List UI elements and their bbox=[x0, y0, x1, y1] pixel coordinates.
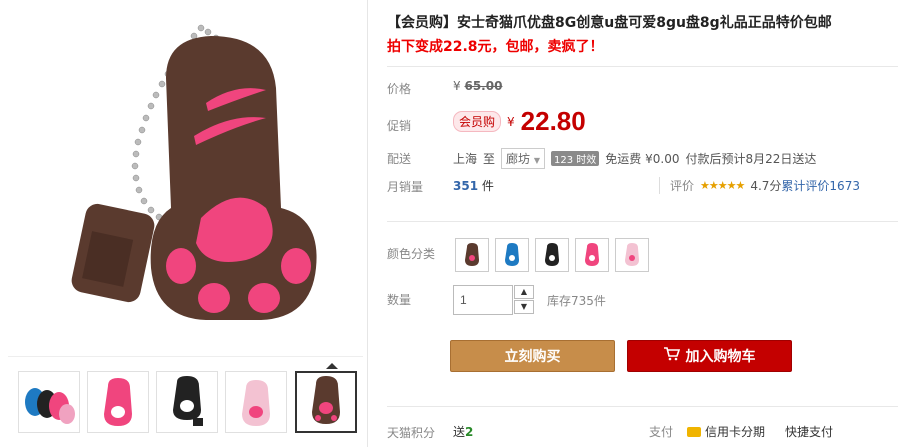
brown-paw-icon bbox=[465, 243, 479, 266]
delivery-eta: 付款后预计8月22日送达 bbox=[685, 152, 817, 166]
light-pink-paw-thumb bbox=[242, 380, 270, 426]
thumbnail-1[interactable] bbox=[18, 371, 80, 433]
quantity-decrease-button[interactable]: ▼ bbox=[514, 300, 534, 314]
ship-from: 上海 bbox=[453, 152, 478, 166]
pink-paw-icon bbox=[585, 243, 599, 266]
buy-now-button[interactable]: 立刻购买 bbox=[450, 340, 615, 372]
light-pink-paw-icon bbox=[625, 243, 639, 266]
destination-value: 廊坊 bbox=[506, 152, 531, 166]
sales-count: 351 件 bbox=[453, 177, 494, 194]
add-to-cart-button[interactable]: 加入购物车 bbox=[627, 340, 792, 372]
delivery-row: 上海 至 廊坊 ▼ 123 时效 免运费 ¥0.00 付款后预计8月22日送达 bbox=[453, 148, 816, 169]
price-currency: ¥ bbox=[453, 79, 461, 93]
promo-currency: ¥ bbox=[507, 114, 515, 129]
divider bbox=[387, 406, 898, 407]
pay-quick[interactable]: 快捷支付 bbox=[785, 423, 833, 440]
divider bbox=[387, 221, 898, 222]
divider bbox=[387, 66, 898, 67]
color-swatch-brown[interactable] bbox=[455, 238, 489, 272]
time-badge: 123 时效 bbox=[551, 151, 600, 166]
brown-paw-thumb bbox=[312, 376, 340, 424]
pay-credit-label: 信用卡分期 bbox=[705, 425, 766, 439]
points-prefix: 送 bbox=[453, 425, 466, 439]
color-swatch-light-pink[interactable] bbox=[615, 238, 649, 272]
stock-text: 库存735件 bbox=[547, 294, 606, 308]
total-reviews-link[interactable]: 累计评价1673 bbox=[781, 177, 860, 194]
quantity-increase-button[interactable]: ▲ bbox=[514, 285, 534, 299]
sales-label: 月销量 bbox=[387, 180, 424, 194]
credit-card-icon bbox=[687, 426, 701, 437]
original-price: ¥ 65.00 bbox=[453, 79, 502, 93]
rating-score: 4.7分 bbox=[750, 179, 782, 193]
price-label: 价格 bbox=[387, 82, 412, 96]
chevron-down-icon: ▼ bbox=[533, 156, 541, 165]
pay-label: 支付 bbox=[649, 425, 674, 439]
black-paw-thumb bbox=[173, 376, 203, 426]
color-swatch-black[interactable] bbox=[535, 238, 569, 272]
original-price-value: 65.00 bbox=[464, 79, 503, 93]
thumbnail-3[interactable] bbox=[156, 371, 218, 433]
review-label: 评价 bbox=[670, 179, 695, 193]
product-gallery bbox=[0, 0, 368, 447]
thumbnail-4[interactable] bbox=[225, 371, 287, 433]
black-paw-icon bbox=[545, 243, 559, 266]
quantity-label: 数量 bbox=[387, 293, 412, 307]
shipping-fee: 免运费 ¥0.00 bbox=[605, 152, 680, 166]
blue-paw-icon bbox=[505, 243, 519, 266]
main-product-image[interactable] bbox=[8, 0, 363, 355]
sales-unit: 件 bbox=[481, 179, 494, 193]
delivery-label: 配送 bbox=[387, 152, 412, 166]
points-label: 天猫积分 bbox=[387, 426, 436, 440]
points-amount: 2 bbox=[465, 425, 474, 439]
promo-price: 22.80 bbox=[520, 106, 586, 136]
thumbnail-5[interactable] bbox=[295, 371, 357, 433]
active-thumb-indicator bbox=[326, 363, 338, 369]
thumbnail-2[interactable] bbox=[87, 371, 149, 433]
add-to-cart-label: 加入购物车 bbox=[685, 349, 756, 365]
reviews-summary: 评价 ★★★★★ 4.7分 累计评价1673 bbox=[659, 177, 860, 194]
color-swatch-pink[interactable] bbox=[575, 238, 609, 272]
product-title: 【会员购】安士奇猫爪优盘8G创意u盘可爱8gu盘8g礼品正品特价包邮 bbox=[387, 15, 832, 31]
promo-label: 促销 bbox=[387, 119, 412, 133]
quantity-input[interactable] bbox=[453, 285, 513, 315]
multi-color-paws-thumb bbox=[25, 388, 75, 424]
destination-select[interactable]: 廊坊 ▼ bbox=[501, 148, 546, 169]
cart-icon bbox=[663, 347, 680, 365]
product-subtitle: 拍下变成22.8元，包邮，卖疯了！ bbox=[387, 39, 604, 55]
buy-now-label: 立刻购买 bbox=[504, 349, 561, 365]
cat-paw-usb-image bbox=[71, 24, 317, 320]
ship-to-word: 至 bbox=[483, 152, 496, 166]
pay-credit[interactable]: 信用卡分期 bbox=[687, 423, 765, 440]
color-label: 颜色分类 bbox=[387, 247, 436, 261]
promo-row: 会员购 ¥ 22.80 bbox=[453, 106, 586, 137]
pink-paw-thumb bbox=[104, 378, 132, 426]
rating-stars-icon: ★★★★★ bbox=[700, 179, 745, 192]
product-info: 【会员购】安士奇猫爪优盘8G创意u盘可爱8gu盘8g礼品正品特价包邮 拍下变成2… bbox=[387, 0, 898, 447]
color-swatch-blue[interactable] bbox=[495, 238, 529, 272]
sales-count-value: 351 bbox=[453, 179, 479, 193]
thumbnail-strip bbox=[8, 356, 363, 447]
vip-badge: 会员购 bbox=[453, 111, 502, 132]
points-value: 送2 bbox=[453, 423, 473, 440]
